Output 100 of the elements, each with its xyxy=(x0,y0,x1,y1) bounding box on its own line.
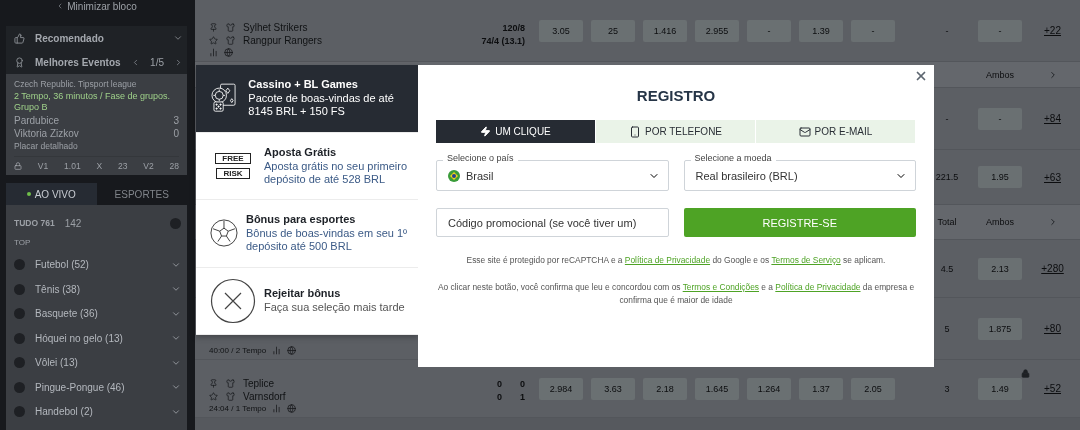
team-name: Pardubice xyxy=(14,115,60,126)
policy-link[interactable]: Política de Privacidade xyxy=(775,282,861,292)
team-score: 3 xyxy=(173,115,179,126)
bonus-option[interactable]: FREE RISK Aposta Grátis Aposta grátis no seu primeiro depósito de até 528 BRL xyxy=(196,132,418,200)
phone-icon xyxy=(628,125,641,138)
total-value: 5 xyxy=(944,323,950,334)
sport-item[interactable]: Hóquei no gelo (13) xyxy=(35,332,161,344)
team-score: 120/8 xyxy=(502,22,526,33)
odds-cell[interactable]: 1.39 xyxy=(799,19,843,42)
pager-count: 1/5 xyxy=(150,56,164,68)
sport-item[interactable]: Basquete (36) xyxy=(35,308,161,320)
sport-mode-tab[interactable]: AO VIVO xyxy=(6,183,97,205)
chevron-right-icon[interactable] xyxy=(174,57,183,67)
legal-note: Ao clicar neste botão, você confirma que leu e concordou com os Termos e Condições e a Política de Privacidade da empresa e confirma que é maior de idade xyxy=(436,281,916,307)
registration-tab[interactable]: UM CLIQUE xyxy=(436,120,596,143)
odds-cell[interactable]: 3.63 xyxy=(591,377,635,400)
stats-icon xyxy=(272,404,282,413)
total-value: 4.5 xyxy=(940,263,954,274)
total-value: 3 xyxy=(944,383,950,394)
column-header: Ambos xyxy=(986,217,1014,227)
group-label: TOP xyxy=(14,237,32,247)
odds-cell[interactable]: - xyxy=(978,19,1022,42)
odds-cell[interactable]: 1.645 xyxy=(695,377,739,400)
award-icon xyxy=(14,56,25,68)
more-markets-link[interactable]: +84 xyxy=(1044,113,1061,124)
bonus-description: Pacote de boas-vindas de até 8145 BRL + 150 FS xyxy=(248,92,395,119)
match-time: 24:04 / 1 Tempo xyxy=(209,404,267,413)
bonus-option[interactable]: Bônus para esportes Bônus de boas-vindas em seu 1º depósito até 500 BRL xyxy=(196,200,418,268)
odds-cell[interactable]: 2.13 xyxy=(978,257,1022,280)
odds-cell[interactable]: 1.37 xyxy=(799,377,843,400)
odds-value: 28 xyxy=(169,161,179,171)
star-icon xyxy=(209,36,218,45)
details-link[interactable]: Placar detalhado xyxy=(14,141,78,151)
team-name: Viktoria Zizkov xyxy=(14,128,79,139)
team-name: Teplice xyxy=(243,378,276,389)
odds-cell[interactable]: - xyxy=(978,107,1022,130)
more-markets-link[interactable]: +280 xyxy=(1041,263,1064,274)
odds-cell[interactable]: 25 xyxy=(591,19,635,42)
more-markets-link[interactable]: +80 xyxy=(1044,323,1061,334)
policy-link[interactable]: Termos de Serviço xyxy=(771,255,841,265)
dialog-title: REGISTRO xyxy=(635,87,717,104)
match-time: 40:00 / 2 Tempo xyxy=(209,346,267,355)
register-button[interactable]: REGISTRE-SE xyxy=(683,208,916,237)
lightning-icon xyxy=(480,126,492,137)
event-card[interactable]: Czech Republic. Tipsport league 2 Tempo, 36 minutos / Fase de grupos. Grupo B Pardubice 3 Viktoria Zizkov 0 Placar detalhado V1 1.01 X 23 V2 28 xyxy=(6,74,187,175)
bonus-option[interactable]: Rejeitar bônus Faça sua seleção mais tarde xyxy=(196,267,418,335)
more-markets-link[interactable]: +63 xyxy=(1044,171,1061,183)
odds-cell[interactable]: - xyxy=(747,19,791,42)
chevron-down-icon xyxy=(173,33,183,43)
bonus-description: Aposta grátis no seu primeiro depósito de até 528 BRL xyxy=(264,159,409,186)
odds-cell[interactable]: 2.984 xyxy=(539,377,583,400)
odds-cell[interactable]: - xyxy=(851,19,895,42)
team-score: 74/4 (13.1) xyxy=(481,35,526,46)
registration-tab[interactable]: POR E-MAIL xyxy=(756,120,916,143)
column-header: Total xyxy=(937,217,957,227)
odds-value: 1.01 xyxy=(64,161,81,171)
policy-link[interactable]: Termos e Condições xyxy=(682,282,759,292)
sport-item[interactable]: Futebol (52) xyxy=(35,259,161,271)
odds-cell[interactable]: 1.875 xyxy=(978,317,1022,340)
odds-cell[interactable]: 1.416 xyxy=(643,19,687,42)
pin-icon xyxy=(209,379,218,388)
flag-icon xyxy=(448,169,460,182)
sport-item[interactable]: Tênis (38) xyxy=(35,283,161,295)
close-button[interactable] xyxy=(914,69,928,83)
bonus-title: Cassino + BL Games xyxy=(248,78,359,91)
odds-cell[interactable]: 3.05 xyxy=(539,19,583,42)
odds-cell[interactable]: 2.18 xyxy=(643,377,687,400)
more-markets-link[interactable]: +22 xyxy=(1044,25,1061,36)
sport-item[interactable]: Handebol (2) xyxy=(35,406,161,418)
odds-cell[interactable]: 1.264 xyxy=(747,377,791,400)
registration-tab[interactable]: POR TELEFONE xyxy=(596,120,756,143)
odds-cell[interactable]: 2.05 xyxy=(851,377,895,400)
odds-value: 23 xyxy=(117,161,128,171)
team-name: Rangpur Rangers xyxy=(243,35,323,46)
bonus-title: Rejeitar bônus xyxy=(264,287,342,300)
odds-label: V2 xyxy=(143,161,154,171)
close-circle-icon xyxy=(210,277,256,324)
team-score: 1 xyxy=(520,391,526,402)
sport-item[interactable]: Pingue-Pongue (46) xyxy=(35,381,161,393)
lock-icon xyxy=(1021,368,1030,378)
odds-cell[interactable]: 1.49 xyxy=(978,377,1022,400)
sport-item[interactable]: Vôlei (13) xyxy=(35,357,161,369)
team-name: Sylhet Strikers xyxy=(243,22,309,33)
filter-count: 142 xyxy=(64,217,83,229)
odds-cell[interactable]: 2.955 xyxy=(695,19,739,42)
policy-link[interactable]: Política de Privacidade xyxy=(624,255,711,265)
thumbs-up-icon xyxy=(14,32,25,44)
stats-icon xyxy=(209,48,218,57)
bonus-title: Aposta Grátis xyxy=(264,145,338,158)
minimize-link[interactable]: Minimizar bloco xyxy=(67,0,137,12)
total-value: - xyxy=(945,113,949,124)
bonus-option[interactable]: Cassino + BL Games Pacote de boas-vindas de até 8145 BRL + 150 FS xyxy=(196,65,418,133)
odds-label: V1 xyxy=(37,161,49,171)
field-label: Selecione a moeda xyxy=(690,153,776,163)
odds-cell[interactable]: 1.95 xyxy=(978,166,1022,188)
filter-label: TUDO 761 xyxy=(14,218,55,229)
field-label: Selecione o país xyxy=(443,153,518,163)
team-score: 0 xyxy=(173,128,179,139)
promo-code-field[interactable]: Código promocional (se você tiver um) xyxy=(436,208,669,237)
more-markets-link[interactable]: +52 xyxy=(1044,383,1061,394)
